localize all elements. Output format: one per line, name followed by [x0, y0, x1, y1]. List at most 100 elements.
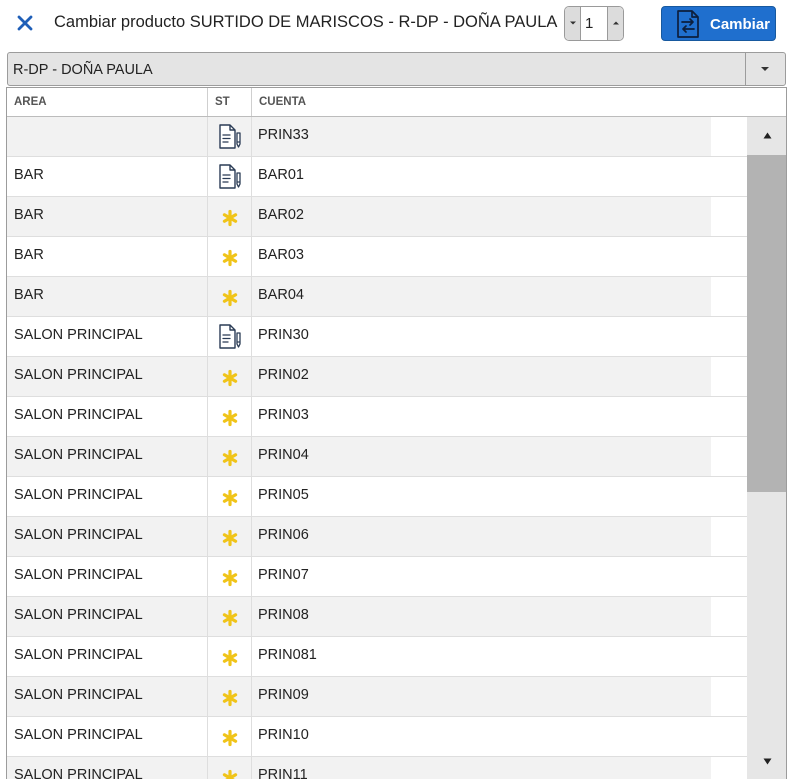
scroll-down-button[interactable] — [747, 747, 786, 779]
row-gap — [711, 757, 747, 779]
table-row[interactable]: BAR BAR03 — [7, 237, 747, 277]
accounts-table: AREA ST CUENTA PRIN33 BAR BAR01 BAR BAR02 BAR… — [6, 87, 787, 779]
change-button-label: Cambiar — [710, 16, 771, 33]
increment-button[interactable] — [607, 7, 623, 40]
asterisk-icon — [222, 609, 238, 627]
triangle-up-icon — [763, 132, 772, 139]
asterisk-icon — [222, 489, 238, 507]
status-cell — [208, 277, 252, 316]
row-gap — [711, 597, 747, 636]
scroll-up-button[interactable] — [747, 117, 786, 155]
asterisk-icon — [222, 689, 238, 707]
cuenta-cell: PRIN03 — [258, 407, 309, 423]
table-row[interactable]: SALON PRINCIPAL PRIN30 — [7, 317, 747, 357]
table-row[interactable]: SALON PRINCIPAL PRIN06 — [7, 517, 747, 557]
document-pen-icon — [219, 324, 241, 349]
table-row[interactable]: SALON PRINCIPAL PRIN02 — [7, 357, 747, 397]
table-row[interactable]: SALON PRINCIPAL PRIN07 — [7, 557, 747, 597]
table-row[interactable]: BAR BAR04 — [7, 277, 747, 317]
table-row[interactable]: SALON PRINCIPAL PRIN03 — [7, 397, 747, 437]
status-cell — [208, 717, 252, 756]
asterisk-icon — [222, 449, 238, 467]
quantity-stepper[interactable]: 1 — [564, 6, 624, 41]
status-cell — [208, 677, 252, 716]
table-row[interactable]: SALON PRINCIPAL PRIN04 — [7, 437, 747, 477]
table-row[interactable]: SALON PRINCIPAL PRIN081 — [7, 637, 747, 677]
row-gap — [711, 357, 747, 396]
status-cell — [208, 157, 252, 196]
status-cell — [208, 757, 252, 779]
document-pen-icon — [219, 124, 241, 149]
status-cell — [208, 517, 252, 556]
area-cell: SALON PRINCIPAL — [7, 757, 208, 779]
area-cell: SALON PRINCIPAL — [7, 317, 208, 356]
area-cell: BAR — [7, 197, 208, 236]
cuenta-cell: PRIN02 — [258, 367, 309, 383]
cuenta-cell: PRIN08 — [258, 607, 309, 623]
cuenta-cell: PRIN06 — [258, 527, 309, 543]
table-row[interactable]: PRIN33 — [7, 117, 747, 157]
table-row[interactable]: BAR BAR02 — [7, 197, 747, 237]
column-header-cuenta[interactable]: CUENTA — [252, 88, 786, 116]
row-gap — [711, 517, 747, 556]
table-row[interactable]: SALON PRINCIPAL PRIN05 — [7, 477, 747, 517]
cuenta-cell: PRIN04 — [258, 447, 309, 463]
table-row[interactable]: SALON PRINCIPAL PRIN09 — [7, 677, 747, 717]
cuenta-cell: PRIN07 — [258, 567, 309, 583]
status-cell — [208, 317, 252, 356]
cuenta-cell: PRIN09 — [258, 687, 309, 703]
asterisk-icon — [222, 729, 238, 747]
table-row[interactable]: SALON PRINCIPAL PRIN08 — [7, 597, 747, 637]
decrement-button[interactable] — [565, 7, 581, 40]
asterisk-icon — [222, 369, 238, 387]
triangle-down-icon — [763, 758, 772, 765]
quantity-value[interactable]: 1 — [582, 7, 606, 40]
column-header-st[interactable]: ST — [208, 88, 252, 116]
row-gap — [711, 277, 747, 316]
area-cell: SALON PRINCIPAL — [7, 517, 208, 556]
status-cell — [208, 197, 252, 236]
area-cell: BAR — [7, 237, 208, 276]
table-header: AREA ST CUENTA — [7, 88, 786, 117]
asterisk-icon — [222, 529, 238, 547]
asterisk-icon — [222, 409, 238, 427]
chevron-down-icon — [761, 67, 769, 71]
table-body: PRIN33 BAR BAR01 BAR BAR02 BAR BAR03 BAR BAR04 SA… — [7, 117, 747, 779]
close-icon[interactable] — [14, 12, 36, 34]
table-row[interactable]: SALON PRINCIPAL PRIN10 — [7, 717, 747, 757]
area-cell: SALON PRINCIPAL — [7, 437, 208, 476]
area-cell: BAR — [7, 277, 208, 316]
row-gap — [711, 117, 747, 156]
status-cell — [208, 557, 252, 596]
cuenta-cell: BAR02 — [258, 207, 304, 223]
document-pen-icon — [219, 164, 241, 189]
area-cell: SALON PRINCIPAL — [7, 477, 208, 516]
status-cell — [208, 397, 252, 436]
status-cell — [208, 437, 252, 476]
cuenta-cell: PRIN30 — [258, 327, 309, 343]
asterisk-icon — [222, 249, 238, 267]
table-row[interactable]: BAR BAR01 — [7, 157, 747, 197]
asterisk-icon — [222, 209, 238, 227]
cuenta-cell: PRIN33 — [258, 127, 309, 143]
dialog-title: Cambiar producto SURTIDO DE MARISCOS - R… — [54, 13, 558, 31]
area-cell: SALON PRINCIPAL — [7, 717, 208, 756]
table-row[interactable]: SALON PRINCIPAL PRIN11 — [7, 757, 747, 779]
cuenta-cell: PRIN05 — [258, 487, 309, 503]
vertical-scrollbar[interactable] — [747, 117, 786, 779]
status-cell — [208, 237, 252, 276]
status-cell — [208, 477, 252, 516]
asterisk-icon — [222, 769, 238, 779]
row-gap — [711, 437, 747, 476]
scrollbar-thumb[interactable] — [747, 155, 786, 492]
cuenta-cell: BAR01 — [258, 167, 304, 183]
status-cell — [208, 357, 252, 396]
area-cell: SALON PRINCIPAL — [7, 357, 208, 396]
cuenta-cell: PRIN081 — [258, 647, 317, 663]
area-cell: SALON PRINCIPAL — [7, 597, 208, 636]
document-swap-icon — [677, 10, 699, 38]
column-header-area[interactable]: AREA — [7, 88, 208, 116]
select-toggle[interactable] — [745, 53, 785, 85]
change-button[interactable]: Cambiar — [661, 6, 776, 41]
location-select[interactable]: R-DP - DOÑA PAULA — [7, 52, 786, 86]
